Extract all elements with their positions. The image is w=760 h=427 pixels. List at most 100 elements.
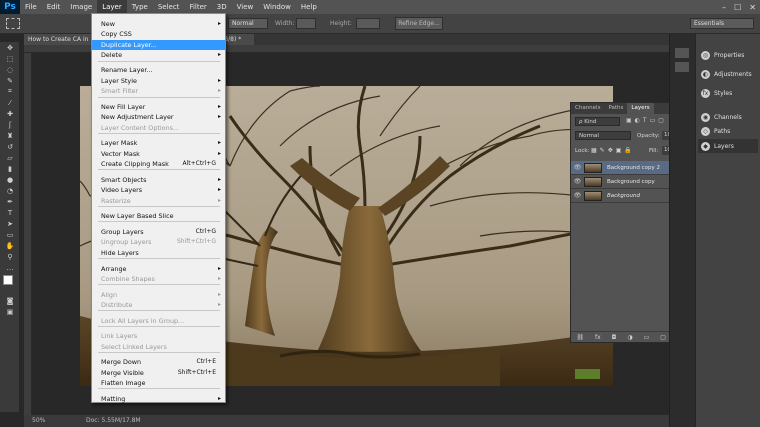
width-input[interactable] bbox=[296, 18, 316, 29]
menu-help[interactable]: Help bbox=[296, 0, 322, 14]
menu-layer[interactable]: Layer bbox=[97, 0, 127, 14]
quick-mask-icon[interactable]: ◙ bbox=[0, 295, 20, 306]
adjustments-icon: ◐ bbox=[701, 69, 710, 79]
status-bar: 50% Doc: 5.55M/17.8M bbox=[24, 415, 669, 427]
shape-tool-icon[interactable]: ▭ bbox=[0, 229, 20, 240]
panel-layers[interactable]: ◆ Layers bbox=[698, 139, 758, 153]
tab-paths[interactable]: Paths bbox=[604, 103, 627, 114]
menu-item-vector-mask[interactable]: Vector Mask ▸ bbox=[92, 149, 225, 159]
height-input[interactable] bbox=[356, 18, 380, 29]
minimize-button[interactable]: – bbox=[722, 3, 726, 12]
workspace-select[interactable]: Essentials bbox=[690, 18, 754, 29]
marquee-tool-icon[interactable]: ⬚ bbox=[0, 53, 20, 64]
refine-edge-button[interactable]: Refine Edge... bbox=[395, 17, 443, 30]
lock-icons[interactable]: ▦✎✥▣🔒 bbox=[591, 147, 635, 154]
close-button[interactable]: ✕ bbox=[749, 3, 756, 12]
menu-image[interactable]: Image bbox=[65, 0, 97, 14]
maximize-button[interactable]: ☐ bbox=[734, 3, 741, 12]
lasso-tool-icon[interactable]: ◌ bbox=[0, 64, 20, 75]
menu-3d[interactable]: 3D bbox=[212, 0, 232, 14]
menu-item-create-clipping-mask[interactable]: Create Clipping Mask Alt+Ctrl+G bbox=[92, 159, 225, 169]
menu-item-new-layer-based-slice[interactable]: New Layer Based Slice bbox=[92, 211, 225, 221]
menu-edit[interactable]: Edit bbox=[42, 0, 66, 14]
brush-tool-icon[interactable]: ʃ bbox=[0, 119, 20, 130]
menu-separator bbox=[98, 258, 220, 259]
menu-item-smart-objects[interactable]: Smart Objects ▸ bbox=[92, 175, 225, 185]
foreground-color[interactable] bbox=[3, 275, 13, 285]
hand-tool-icon[interactable]: ✋ bbox=[0, 240, 20, 251]
quick-select-tool-icon[interactable]: ✎ bbox=[0, 75, 20, 86]
more-tools-icon[interactable]: … bbox=[0, 262, 20, 273]
menu-item-new-adjustment-layer[interactable]: New Adjustment Layer ▸ bbox=[92, 112, 225, 122]
menu-item-label: Copy CSS bbox=[101, 30, 132, 38]
menu-item-merge-down[interactable]: Merge Down Ctrl+E bbox=[92, 357, 225, 367]
menu-item-label: Matting bbox=[101, 395, 126, 403]
layer-filter-select[interactable]: ρ Kind bbox=[575, 117, 620, 126]
history-brush-icon[interactable]: ↺ bbox=[0, 141, 20, 152]
panel-paths[interactable]: ◇ Paths bbox=[698, 124, 758, 138]
tab-layers[interactable]: Layers bbox=[627, 103, 654, 114]
right-panel: ◎ Properties ◐ Adjustments fx Styles ◉ Channels… bbox=[695, 34, 760, 427]
pen-tool-icon[interactable]: ✒ bbox=[0, 196, 20, 207]
doc-size[interactable]: Doc: 5.55M/17.8M bbox=[86, 417, 141, 424]
dock-icon[interactable] bbox=[675, 48, 689, 58]
zoom-tool-icon[interactable]: ⚲ bbox=[0, 251, 20, 262]
panel-properties[interactable]: ◎ Properties bbox=[698, 48, 758, 62]
menu-separator bbox=[98, 221, 220, 222]
menu-item-copy-css[interactable]: Copy CSS bbox=[92, 29, 225, 39]
dock-icon[interactable] bbox=[675, 62, 689, 72]
gradient-tool-icon[interactable]: ▮ bbox=[0, 163, 20, 174]
dodge-tool-icon[interactable]: ◔ bbox=[0, 185, 20, 196]
panel-adjustments[interactable]: ◐ Adjustments bbox=[698, 67, 758, 81]
menu-item-flatten-image[interactable]: Flatten Image bbox=[92, 378, 225, 388]
eyedropper-tool-icon[interactable]: ⁄ bbox=[0, 97, 20, 108]
blend-mode-select[interactable]: Normal bbox=[575, 131, 631, 140]
clone-stamp-icon[interactable]: ♜ bbox=[0, 130, 20, 141]
eraser-tool-icon[interactable]: ▱ bbox=[0, 152, 20, 163]
menu-item-merge-visible[interactable]: Merge Visible Shift+Ctrl+E bbox=[92, 368, 225, 378]
style-select[interactable]: Normal bbox=[228, 18, 268, 29]
panel-styles[interactable]: fx Styles bbox=[698, 86, 758, 100]
menu-view[interactable]: View bbox=[232, 0, 259, 14]
menu-item-duplicate-layer[interactable]: Duplicate Layer... bbox=[92, 40, 225, 50]
submenu-arrow-icon: ▸ bbox=[217, 186, 221, 193]
tab-channels[interactable]: Channels bbox=[571, 103, 604, 114]
menu-item-group-layers[interactable]: Group Layers Ctrl+G bbox=[92, 227, 225, 237]
menu-select[interactable]: Select bbox=[153, 0, 185, 14]
menu-item-matting[interactable]: Matting ▸ bbox=[92, 394, 225, 404]
adjustment-layer-icon[interactable]: ◑ bbox=[627, 334, 632, 341]
zoom-level[interactable]: 50% bbox=[32, 417, 45, 424]
new-group-icon[interactable]: ▭ bbox=[644, 334, 650, 341]
menu-item-delete[interactable]: Delete ▸ bbox=[92, 50, 225, 60]
marquee-tool-icon[interactable] bbox=[6, 18, 20, 29]
type-tool-icon[interactable]: T bbox=[0, 207, 20, 218]
menu-type[interactable]: Type bbox=[127, 0, 153, 14]
panel-channels[interactable]: ◉ Channels bbox=[698, 110, 758, 124]
add-mask-icon[interactable]: ◘ bbox=[612, 334, 617, 341]
visibility-eye-icon[interactable]: 👁 bbox=[571, 178, 584, 185]
path-select-icon[interactable]: ➤ bbox=[0, 218, 20, 229]
menu-item-new-fill-layer[interactable]: New Fill Layer ▸ bbox=[92, 102, 225, 112]
crop-tool-icon[interactable]: ⌗ bbox=[0, 86, 20, 97]
blur-tool-icon[interactable]: ● bbox=[0, 174, 20, 185]
menu-item-rename-layer[interactable]: Rename Layer... bbox=[92, 65, 225, 75]
new-layer-icon[interactable]: ▢ bbox=[660, 334, 666, 341]
menu-file[interactable]: File bbox=[20, 0, 42, 14]
screen-mode-icon[interactable]: ▣ bbox=[0, 306, 20, 317]
menu-item-layer-style[interactable]: Layer Style ▸ bbox=[92, 76, 225, 86]
menu-item-hide-layers[interactable]: Hide Layers bbox=[92, 248, 225, 258]
menu-item-layer-mask[interactable]: Layer Mask ▸ bbox=[92, 138, 225, 148]
menu-filter[interactable]: Filter bbox=[184, 0, 211, 14]
color-swatches[interactable] bbox=[0, 273, 19, 295]
move-tool-icon[interactable]: ✥ bbox=[0, 42, 20, 53]
tools-panel: ✥ ⬚ ◌ ✎ ⌗ ⁄ ✚ ʃ ♜ ↺ ▱ ▮ ● ◔ ✒ T ➤ ▭ ✋ ⚲ … bbox=[0, 42, 20, 412]
menu-item-video-layers[interactable]: Video Layers ▸ bbox=[92, 185, 225, 195]
menu-item-new[interactable]: New ▸ bbox=[92, 19, 225, 29]
menu-item-arrange[interactable]: Arrange ▸ bbox=[92, 264, 225, 274]
menu-window[interactable]: Window bbox=[258, 0, 296, 14]
layer-style-icon[interactable]: fx bbox=[595, 334, 601, 341]
visibility-eye-icon[interactable]: 👁 bbox=[571, 164, 584, 171]
visibility-eye-icon[interactable]: 👁 bbox=[571, 192, 584, 199]
healing-brush-icon[interactable]: ✚ bbox=[0, 108, 20, 119]
link-layers-icon[interactable]: ⛓ bbox=[576, 334, 584, 341]
